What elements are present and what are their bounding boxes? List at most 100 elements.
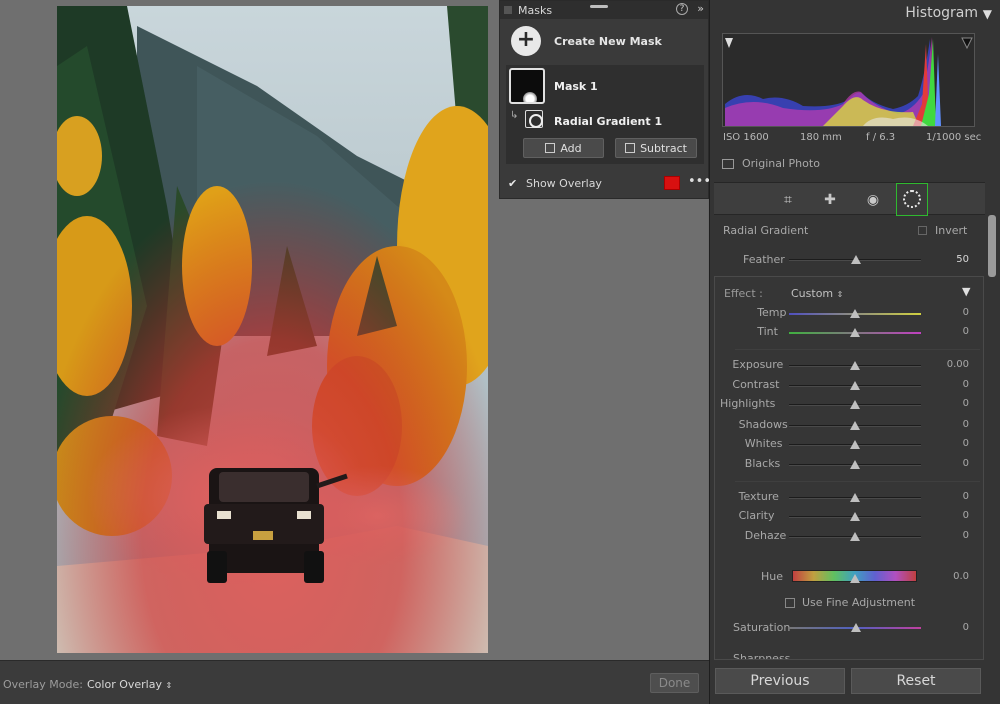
contrast-slider-knob[interactable] bbox=[850, 381, 860, 390]
shadows-value[interactable]: 0 bbox=[929, 419, 969, 430]
texture-value[interactable]: 0 bbox=[929, 491, 969, 502]
dropdown-arrows-icon: ⇕ bbox=[836, 290, 844, 299]
hue-slider-knob[interactable] bbox=[850, 574, 860, 583]
effect-preset-select[interactable]: Custom ⇕ bbox=[791, 287, 843, 300]
overlay-color-swatch[interactable] bbox=[664, 176, 680, 190]
original-photo-label: Original Photo bbox=[742, 157, 820, 170]
shadows-slider-knob[interactable] bbox=[850, 421, 860, 430]
contrast-value[interactable]: 0 bbox=[929, 379, 969, 390]
add-label: Add bbox=[560, 141, 582, 155]
panel-drag-handle[interactable] bbox=[590, 5, 608, 8]
shadow-clipping-icon[interactable] bbox=[725, 38, 733, 48]
mask-tool-label: Radial Gradient bbox=[723, 224, 809, 237]
fine-adjustment-checkbox[interactable] bbox=[785, 597, 795, 608]
feather-value[interactable]: 50 bbox=[929, 254, 969, 265]
crop-icon[interactable]: ⌗ bbox=[778, 190, 798, 210]
feather-label: Feather bbox=[743, 253, 785, 266]
clarity-value[interactable]: 0 bbox=[929, 510, 969, 521]
invert-toggle[interactable]: Invert bbox=[918, 224, 967, 237]
whites-value[interactable]: 0 bbox=[929, 438, 969, 449]
show-overlay-checkbox[interactable]: ✔ bbox=[508, 178, 520, 190]
blacks-label: Blacks bbox=[744, 457, 781, 470]
effect-label: Effect : bbox=[724, 287, 763, 300]
saturation-label: Saturation bbox=[733, 621, 791, 634]
bottom-toolbar: Overlay Mode: Color Overlay ⇕ Done bbox=[0, 660, 709, 704]
subtract-mask-button[interactable]: Subtract bbox=[615, 138, 697, 158]
histogram-collapse-icon[interactable]: ▼ bbox=[983, 7, 992, 21]
effect-collapse-icon[interactable]: ▼ bbox=[962, 285, 970, 298]
exif-focal-length: 180 mm bbox=[800, 132, 842, 143]
hue-label: Hue bbox=[761, 570, 784, 583]
add-mask-button[interactable]: Add bbox=[523, 138, 604, 158]
temp-label: Temp bbox=[757, 306, 787, 319]
exif-iso: ISO 1600 bbox=[723, 132, 769, 143]
tint-slider-knob[interactable] bbox=[850, 328, 860, 337]
masks-panel-title: Masks bbox=[518, 3, 553, 17]
exposure-value[interactable]: 0.00 bbox=[929, 359, 969, 370]
histogram-chart bbox=[722, 33, 975, 127]
overlay-mode-label: Overlay Mode: bbox=[3, 678, 83, 691]
texture-slider-knob[interactable] bbox=[850, 493, 860, 502]
mask-thumbnail[interactable] bbox=[509, 68, 545, 104]
photo-image bbox=[57, 6, 488, 653]
subcomponent-arrow-icon: ↳ bbox=[510, 110, 519, 121]
fine-adjustment-toggle[interactable]: Use Fine Adjustment bbox=[785, 596, 915, 609]
right-panel-scrollbar[interactable] bbox=[988, 215, 996, 277]
mask-list: Mask 1 ↳ Radial Gradient 1 Add Subtract bbox=[506, 65, 704, 164]
invert-checkbox[interactable] bbox=[918, 226, 927, 235]
clarity-label: Clarity bbox=[738, 509, 775, 522]
original-photo-checkbox[interactable] bbox=[722, 158, 734, 169]
slider-group-divider bbox=[735, 349, 980, 350]
effect-preset-value: Custom bbox=[791, 287, 834, 300]
masking-icon[interactable] bbox=[896, 183, 928, 216]
overlay-mode-select[interactable]: Color Overlay ⇕ bbox=[87, 678, 172, 691]
exposure-label: Exposure bbox=[732, 358, 784, 371]
radial-gradient-icon[interactable] bbox=[525, 110, 543, 128]
invert-label: Invert bbox=[935, 224, 968, 237]
whites-slider-knob[interactable] bbox=[850, 440, 860, 449]
create-new-mask-label: Create New Mask bbox=[554, 34, 662, 48]
highlights-value[interactable]: 0 bbox=[929, 398, 969, 409]
overlay-mode-value: Color Overlay bbox=[87, 678, 162, 691]
slider-group-divider bbox=[735, 481, 980, 482]
exposure-slider-knob[interactable] bbox=[850, 361, 860, 370]
saturation-value[interactable]: 0 bbox=[929, 622, 969, 633]
blacks-value[interactable]: 0 bbox=[929, 458, 969, 469]
mask-component-name[interactable]: Radial Gradient 1 bbox=[554, 115, 662, 128]
feather-slider-knob[interactable] bbox=[851, 255, 861, 264]
add-icon bbox=[545, 143, 556, 153]
done-button[interactable]: Done bbox=[650, 673, 699, 693]
help-icon[interactable]: ? bbox=[676, 3, 688, 15]
create-new-mask-button[interactable]: + Create New Mask bbox=[500, 19, 708, 63]
masks-panel: Masks ? » + Create New Mask Mask 1 ↳ Rad… bbox=[499, 0, 711, 199]
mask-name[interactable]: Mask 1 bbox=[554, 80, 598, 93]
exif-shutter: 1/1000 sec bbox=[926, 132, 982, 143]
temp-value[interactable]: 0 bbox=[929, 307, 969, 318]
hue-value[interactable]: 0.0 bbox=[929, 571, 969, 582]
previous-button[interactable]: Previous bbox=[715, 668, 845, 694]
panel-collapse-icon[interactable] bbox=[504, 6, 512, 14]
exif-aperture: f / 6.3 bbox=[866, 132, 896, 143]
fine-adjustment-label: Use Fine Adjustment bbox=[802, 596, 916, 609]
more-options-icon[interactable]: ••• bbox=[688, 174, 711, 189]
masks-panel-header[interactable]: Masks ? » bbox=[500, 1, 708, 19]
dehaze-value[interactable]: 0 bbox=[929, 530, 969, 541]
expand-panel-icon[interactable]: » bbox=[697, 2, 704, 15]
reset-button[interactable]: Reset bbox=[851, 668, 981, 694]
highlight-clipping-icon[interactable] bbox=[961, 37, 973, 50]
texture-label: Texture bbox=[738, 490, 779, 503]
tint-value[interactable]: 0 bbox=[929, 326, 969, 337]
clarity-slider-knob[interactable] bbox=[850, 512, 860, 521]
original-photo-toggle[interactable]: Original Photo bbox=[722, 157, 820, 170]
show-overlay-row: ✔ Show Overlay ••• bbox=[508, 174, 711, 190]
highlights-label: Highlights bbox=[720, 397, 776, 410]
edited-photo[interactable] bbox=[57, 6, 488, 653]
red-eye-icon[interactable]: ◉ bbox=[863, 190, 883, 210]
saturation-slider-knob[interactable] bbox=[851, 623, 861, 632]
dehaze-slider-knob[interactable] bbox=[850, 532, 860, 541]
histogram-title[interactable]: Histogram bbox=[905, 5, 978, 21]
blacks-slider-knob[interactable] bbox=[850, 460, 860, 469]
highlights-slider-knob[interactable] bbox=[850, 400, 860, 409]
temp-slider-knob[interactable] bbox=[850, 309, 860, 318]
healing-icon[interactable]: ✚ bbox=[820, 190, 840, 210]
